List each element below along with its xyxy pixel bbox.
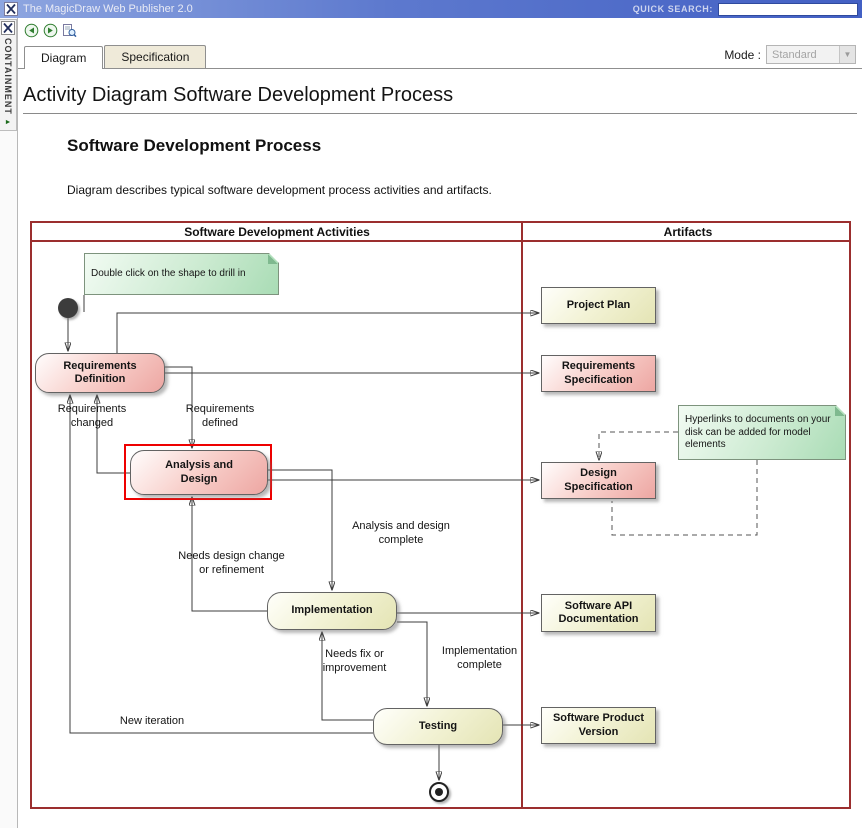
zoom-document-button[interactable]	[61, 22, 77, 38]
edge-label-requirements-defined: Requirements defined	[170, 403, 270, 431]
initial-node[interactable]	[58, 298, 78, 318]
artifact-software-api-documentation[interactable]: Software API Documentation	[541, 594, 656, 632]
edge-needs-fix	[322, 632, 373, 720]
page-title: Activity Diagram Software Development Pr…	[23, 84, 859, 107]
mode-select[interactable]: Standard ▼	[766, 45, 856, 64]
chevron-down-icon: ▼	[839, 46, 855, 63]
artifact-requirements-specification[interactable]: Requirements Specification	[541, 355, 656, 392]
edge-label-requirements-changed: Requirements changed	[42, 403, 142, 431]
activity-analysis-and-design[interactable]: Analysis and Design	[130, 450, 268, 495]
edge-label-needs-fix: Needs fix or improvement	[307, 648, 402, 676]
tab-specification[interactable]: Specification	[104, 45, 206, 68]
lane-divider	[521, 223, 523, 807]
title-divider	[23, 113, 857, 114]
containment-tab[interactable]: CONTAINMENT ►	[0, 19, 17, 131]
quick-search-label: QUICK SEARCH:	[633, 4, 713, 14]
quick-search-input[interactable]	[718, 3, 858, 16]
activity-diagram: Software Development Activities Artifact…	[30, 221, 851, 809]
artifact-software-product-version[interactable]: Software Product Version	[541, 707, 656, 744]
forward-button[interactable]	[42, 22, 58, 38]
back-button[interactable]	[23, 22, 39, 38]
content-area: Activity Diagram Software Development Pr…	[18, 69, 862, 828]
mode-control: Mode : Standard ▼	[724, 45, 862, 68]
final-node[interactable]	[429, 782, 449, 802]
containment-icon	[1, 21, 15, 35]
mode-value: Standard	[772, 49, 817, 61]
edge-requirements-to-project-plan	[117, 313, 539, 353]
diagram-heading: Software Development Process	[67, 136, 859, 156]
containment-label: CONTAINMENT	[3, 38, 13, 115]
app-logo-icon	[4, 2, 18, 16]
diagram-description: Diagram describes typical software devel…	[67, 183, 859, 197]
lane-header-divider	[32, 240, 849, 242]
edge-label-implementation-complete: Implementation complete	[432, 645, 527, 673]
lane-header-activities: Software Development Activities	[32, 223, 522, 240]
note-drill-in: Double click on the shape to drill in	[84, 253, 279, 295]
edge-note-to-design-spec	[599, 432, 678, 460]
window-titlebar: The MagicDraw Web Publisher 2.0 QUICK SE…	[0, 0, 862, 18]
activity-requirements-definition[interactable]: Requirements Definition	[35, 353, 165, 393]
containment-sidebar: CONTAINMENT ►	[0, 18, 18, 828]
expand-arrow-icon[interactable]: ►	[5, 119, 12, 126]
final-node-dot	[435, 788, 443, 796]
toolbar	[18, 18, 862, 42]
artifact-design-specification[interactable]: Design Specification	[541, 462, 656, 499]
artifact-project-plan[interactable]: Project Plan	[541, 287, 656, 324]
window-title: The MagicDraw Web Publisher 2.0	[23, 3, 628, 15]
note-hyperlinks: Hyperlinks to documents on your disk can…	[678, 405, 846, 460]
activity-testing[interactable]: Testing	[373, 708, 503, 745]
edge-label-new-iteration: New iteration	[107, 715, 197, 729]
tab-bar: Diagram Specification Mode : Standard ▼	[18, 42, 862, 69]
tab-diagram[interactable]: Diagram	[24, 46, 103, 69]
lane-header-artifacts: Artifacts	[523, 223, 853, 240]
mode-label: Mode :	[724, 48, 761, 62]
edge-label-needs-design-change: Needs design change or refinement	[174, 550, 289, 578]
edge-label-analysis-complete: Analysis and design complete	[346, 520, 456, 548]
activity-implementation[interactable]: Implementation	[267, 592, 397, 630]
